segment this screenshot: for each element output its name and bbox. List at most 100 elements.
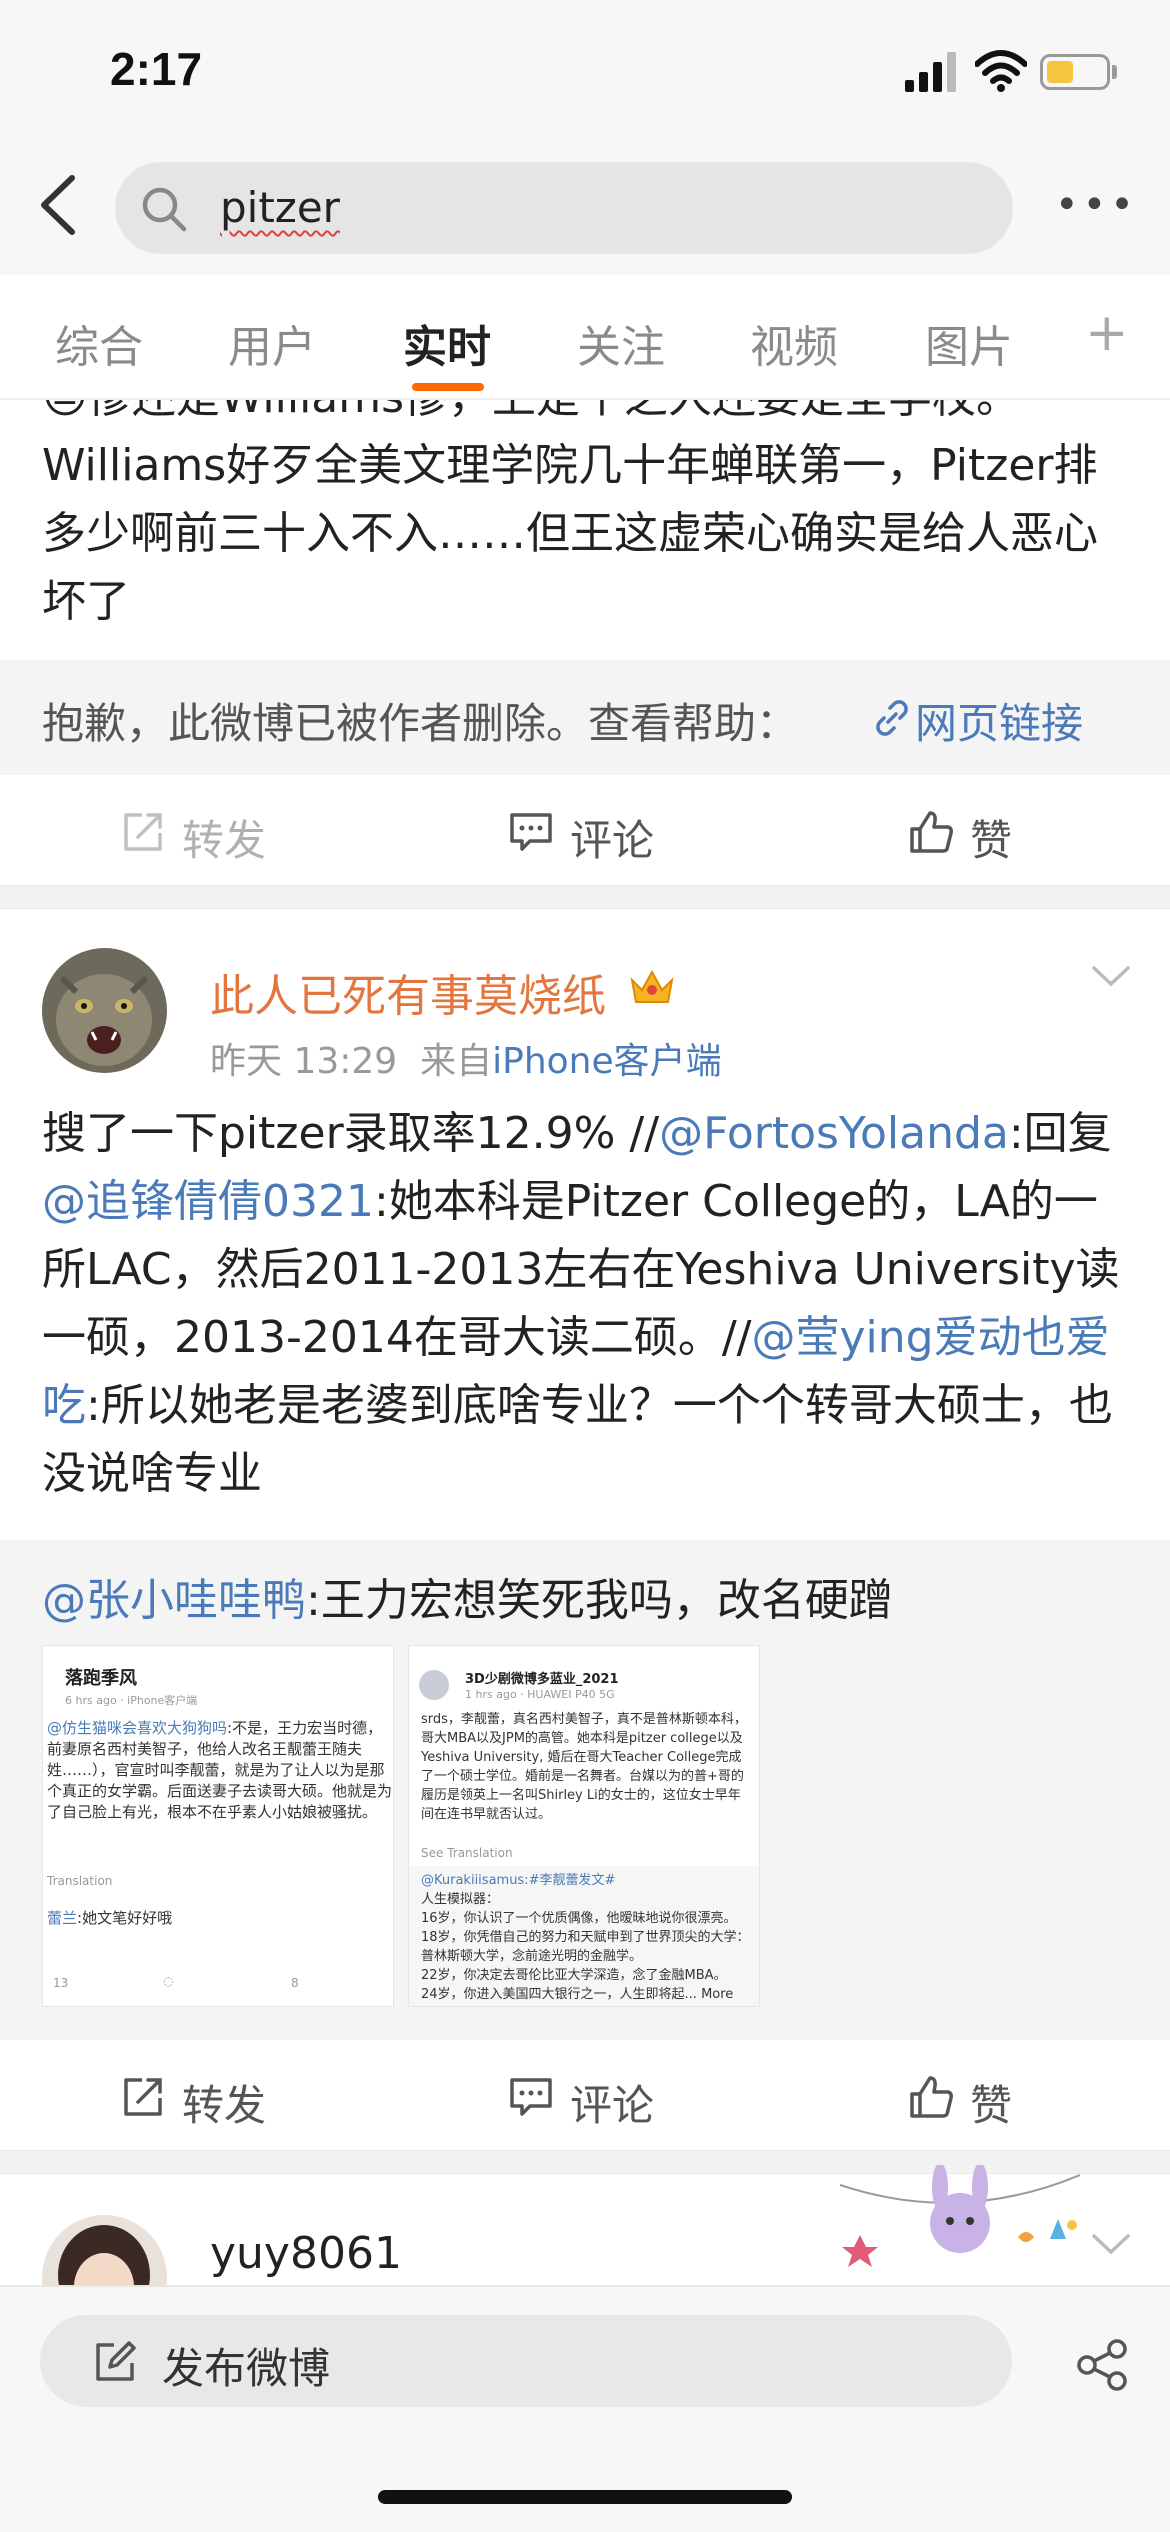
tab-comprehensive[interactable]: 综合	[55, 311, 143, 375]
repost-body: :王力宏想笑死我吗，改名硬蹭	[306, 1575, 893, 1626]
thumb-1-reply-text: :她文笔好好哦	[77, 1909, 173, 1927]
mention-link[interactable]: @FortosYolanda	[659, 1108, 1009, 1159]
post-2-time: 昨天 13:29	[210, 1041, 398, 1082]
repost-image-2[interactable]: 3D少剧微博多蓝业_2021 1 hrs ago · HUAWEI P40 5G…	[408, 1645, 760, 2007]
thumb-2-see-translation: See Translation	[421, 1846, 513, 1860]
like-button[interactable]: 赞	[908, 2066, 1038, 2130]
thumbs-up-icon	[910, 2076, 953, 2118]
share-icon[interactable]	[1075, 2337, 1131, 2393]
comment-label: 评论	[570, 816, 655, 865]
status-bar: 2:17	[0, 0, 1170, 140]
repost-label: 转发	[182, 2081, 267, 2130]
post-2-username[interactable]: 此人已死有事莫烧纸	[210, 960, 606, 1024]
battery-level	[1047, 61, 1073, 83]
repost-icon	[124, 813, 162, 851]
thumb-1-mention: @仿生猫咪会喜欢大狗狗吗	[47, 1719, 228, 1737]
post-1-text: 😓惨还是Williams惨，上是个之人还要是全学校。Williams好歹全美文理…	[42, 400, 1098, 627]
post-2-meta: 昨天 13:29 来自iPhone客户端	[210, 1032, 722, 1084]
crown-badge-icon	[630, 969, 674, 1003]
comment-label: 评论	[570, 2081, 655, 2130]
thumb-2-avatar	[419, 1670, 449, 1700]
bunny-decoration-icon	[840, 2165, 1080, 2267]
comment-icon	[510, 2078, 552, 2116]
thumb-2-mention: @Kurakiiisamus:#李靓蕾发文#	[421, 1873, 616, 1888]
post-2-text-part: :所以她老是老婆到底啥专业？一个个转哥大硕士，也没说啥专业	[42, 1380, 1113, 1499]
thumb-1-comment-icon: ◌	[163, 1974, 174, 1988]
comment-icon	[510, 813, 552, 851]
search-input[interactable]: pitzer	[115, 162, 1013, 254]
thumb-1-reply-mention: 蕾兰	[47, 1909, 78, 1927]
battery-icon	[1040, 54, 1110, 90]
search-query: pitzer	[220, 183, 340, 232]
chevron-down-icon[interactable]	[1090, 2230, 1132, 2260]
post-3-username[interactable]: yuy8061	[210, 2228, 402, 2279]
mention-link[interactable]: @追锋倩倩0321	[42, 1176, 374, 1227]
thumb-2-line: 人生模拟器：	[421, 1892, 500, 1907]
battery-tip	[1112, 65, 1117, 79]
post-1-actions: 转发 评论 赞	[0, 775, 1170, 885]
help-web-link[interactable]: 网页链接	[915, 690, 1083, 751]
thumb-2-line: 24岁，你进入美国四大银行之一，人生即将起... More	[421, 1987, 734, 2002]
thumb-1-reply: 蕾兰:她文笔好好哦	[47, 1908, 172, 1929]
thumb-2-lines: 人生模拟器： 16岁，你认识了一个优质偶像，他暧昧地说你很漂亮。 18岁，你凭借…	[421, 1890, 751, 2004]
active-tab-indicator	[412, 383, 484, 391]
post-2-source[interactable]: iPhone客户端	[492, 1041, 722, 1082]
post-1-body: 😓惨还是Williams惨，上是个之人还要是全学校。Williams好歹全美文理…	[0, 400, 1170, 660]
post-2-actions: 转发 评论 赞	[0, 2040, 1170, 2150]
deleted-repost-notice: 抱歉，此微博已被作者删除。查看帮助： 网页链接	[0, 660, 1170, 775]
back-arrow-icon[interactable]	[30, 170, 90, 240]
thumb-1-username: 落跑季风	[65, 1668, 137, 1689]
thumb-1-repost-count: 13	[53, 1976, 69, 1990]
like-label: 赞	[970, 816, 1013, 865]
thumb-1-meta: 6 hrs ago · iPhone客户端	[65, 1694, 198, 1707]
repost-image-1[interactable]: 落跑季风 6 hrs ago · iPhone客户端 @仿生猫咪会喜欢大狗狗吗:…	[42, 1645, 394, 2007]
repost-button[interactable]: 转发	[120, 2066, 280, 2130]
thumbs-up-icon	[910, 811, 953, 853]
post-2-text-part: :回复	[1008, 1108, 1112, 1159]
thumb-2-line: 22岁，你决定去哥伦比亚大学深造，念了金融MBA。	[421, 1968, 727, 1983]
search-header: pitzer •••	[0, 140, 1170, 275]
edit-icon	[96, 2341, 136, 2381]
thumb-2-body: srds，李靓蕾，真名西村美智子，真不是普林斯顿本科，哥大MBA以及JPM的高管…	[421, 1712, 747, 1822]
search-tabs: 综合 用户 实时 关注 视频 图片 +	[0, 275, 1170, 400]
status-time: 2:17	[110, 43, 203, 95]
post-2-from-label: 来自	[420, 1041, 493, 1082]
cat-avatar-image	[42, 948, 167, 1073]
cellular-signal-icon	[905, 52, 956, 92]
mention-link[interactable]: @张小哇哇鸭	[42, 1575, 306, 1626]
wifi-icon	[975, 50, 1027, 92]
link-icon	[876, 700, 908, 736]
thumb-1-like-count: 8	[291, 1976, 299, 1990]
compose-post-button[interactable]: 发布微博	[40, 2315, 1012, 2407]
thumb-1-body: @仿生猫咪会喜欢大狗狗吗:不是，王力宏当时德，前妻原名西村美智子，他给人改名王靓…	[47, 1718, 392, 1823]
add-tab-icon[interactable]: +	[1085, 303, 1129, 363]
repost-label: 转发	[182, 816, 267, 865]
like-label: 赞	[970, 2081, 1013, 2130]
thumb-2-quote: @Kurakiiisamus:#李靓蕾发文# 人生模拟器： 16岁，你认识了一个…	[409, 1866, 759, 2006]
comment-button[interactable]: 评论	[508, 2066, 668, 2130]
repost-text: @张小哇哇鸭:王力宏想笑死我吗，改名硬蹭	[42, 1564, 893, 1628]
thumb-1-translation: Translation	[47, 1874, 113, 1888]
repost-button[interactable]: 转发	[120, 801, 280, 865]
feed-separator	[0, 885, 1170, 909]
thumb-2-line: 16岁，你认识了一个优质偶像，他暧昧地说你很漂亮。	[421, 1911, 737, 1926]
tab-following[interactable]: 关注	[577, 311, 665, 375]
compose-label: 发布微博	[162, 2344, 331, 2393]
thumb-2-line: 18岁，你凭借自己的努力和天赋申到了世界顶尖的大学：普林斯顿大学，念前途光明的金…	[421, 1930, 750, 1964]
comment-button[interactable]: 评论	[508, 801, 668, 865]
repost-icon	[124, 2078, 162, 2116]
like-button[interactable]: 赞	[908, 801, 1038, 865]
chevron-down-icon[interactable]	[1090, 962, 1132, 992]
home-indicator	[378, 2490, 792, 2504]
thumb-2-username: 3D少剧微博多蓝业_2021	[465, 1672, 619, 1687]
tab-videos[interactable]: 视频	[750, 311, 838, 375]
post-2-text: 搜了一下pitzer录取率12.9% //@FortosYolanda:回复 @追…	[42, 1100, 1132, 1508]
deleted-notice-text: 抱歉，此微博已被作者删除。查看帮助：	[42, 699, 799, 748]
reposted-content[interactable]: @张小哇哇鸭:王力宏想笑死我吗，改名硬蹭 落跑季风 6 hrs ago · iP…	[0, 1540, 1170, 2040]
tab-images[interactable]: 图片	[925, 311, 1013, 375]
tab-realtime[interactable]: 实时	[403, 311, 491, 375]
tab-users[interactable]: 用户	[228, 311, 316, 375]
avatar[interactable]	[42, 948, 167, 1073]
search-icon	[142, 187, 187, 232]
more-options-icon[interactable]: •••	[1055, 180, 1135, 230]
